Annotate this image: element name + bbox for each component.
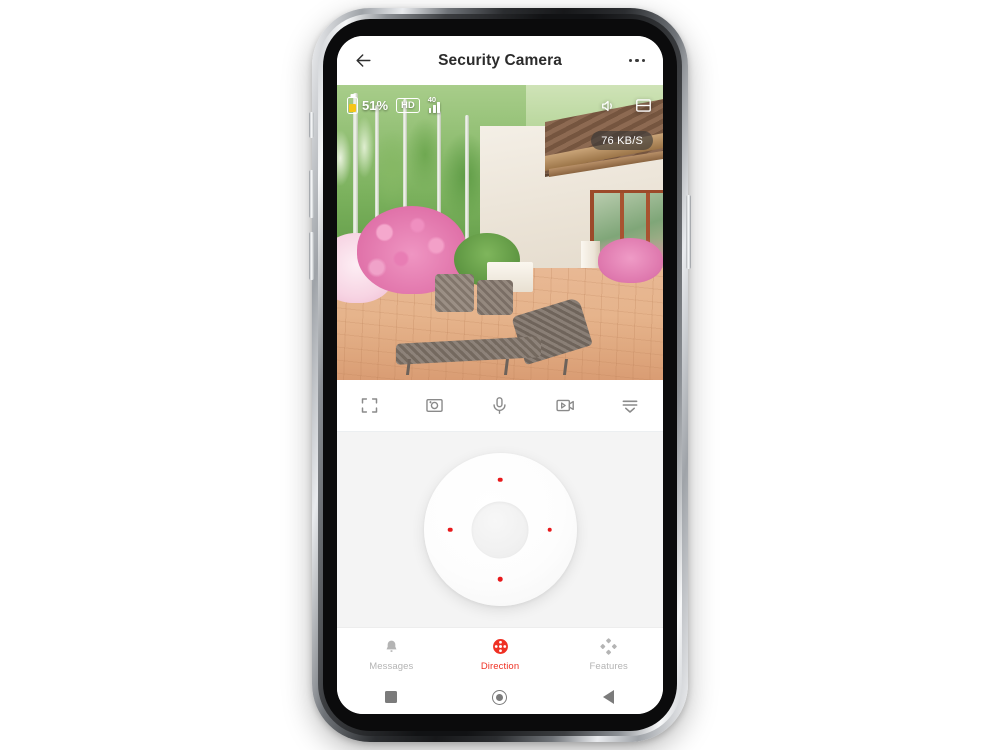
- screenshot-canvas: Security Camera 51% HD 40 76 KB/S Messag…: [0, 0, 1000, 750]
- direction-icon: [491, 637, 510, 657]
- tab-label-direction: Direction: [480, 660, 520, 672]
- more-dot: [628, 58, 633, 63]
- microphone-button[interactable]: [478, 384, 522, 428]
- quality-badge[interactable]: HD: [396, 98, 420, 113]
- direction-pad-center[interactable]: [471, 501, 529, 558]
- square-icon: [385, 691, 398, 703]
- fullscreen-icon: [361, 398, 378, 413]
- speaker-icon[interactable]: [598, 96, 617, 115]
- more-options-button[interactable]: [608, 384, 652, 428]
- android-navigation-bar: [337, 680, 663, 714]
- arrow-left-icon: [355, 54, 371, 67]
- video-status-group: 51% HD 40: [347, 95, 446, 115]
- microphone-icon: [493, 397, 507, 414]
- camera-live-view[interactable]: 51% HD 40 76 KB/S: [337, 85, 663, 380]
- volume-down-button[interactable]: [309, 232, 314, 280]
- battery-icon: [347, 97, 358, 114]
- scene-lounger-leg: [504, 358, 510, 375]
- scene-tree-trunk: [465, 115, 469, 241]
- camera-icon: [426, 399, 444, 412]
- tab-label-messages: Messages: [369, 660, 414, 672]
- more-menu-button[interactable]: [615, 39, 659, 83]
- volume-up-button[interactable]: [309, 170, 314, 218]
- direction-dot-left[interactable]: [447, 527, 453, 532]
- tab-direction[interactable]: Direction: [446, 628, 555, 680]
- signal-bars: [428, 102, 440, 113]
- signal-bar: [432, 105, 436, 113]
- bell-icon: [383, 637, 400, 657]
- video-record-icon: [556, 399, 574, 412]
- home-button[interactable]: [474, 682, 526, 712]
- direction-pad[interactable]: [423, 453, 577, 606]
- tab-label-features: Features: [589, 660, 628, 672]
- bottom-tab-bar: Messages Direction Features: [337, 627, 663, 680]
- back-button[interactable]: [341, 39, 385, 83]
- battery-percent-label: 51%: [362, 98, 389, 113]
- media-toolbar: [337, 380, 663, 432]
- tab-features[interactable]: Features: [554, 628, 663, 680]
- phone-frame: Security Camera 51% HD 40 76 KB/S Messag…: [312, 8, 688, 742]
- direction-dot-down[interactable]: [497, 576, 503, 582]
- scene-lounger: [395, 296, 594, 375]
- scene-bush-far: [597, 238, 663, 283]
- phone-screen: Security Camera 51% HD 40 76 KB/S Messag…: [337, 36, 663, 714]
- direction-dot-right[interactable]: [547, 527, 553, 532]
- more-options-icon: [622, 400, 638, 413]
- tab-messages[interactable]: Messages: [337, 628, 446, 680]
- home-circle-icon: [492, 689, 508, 705]
- recents-button[interactable]: [365, 682, 417, 712]
- camera-scene: [337, 85, 663, 380]
- battery-fill: [349, 104, 356, 112]
- diamonds-icon: [599, 637, 618, 657]
- fullscreen-button[interactable]: [348, 384, 392, 428]
- back-nav-button[interactable]: [583, 682, 635, 712]
- signal-bar: [428, 108, 432, 113]
- signal-bars-icon: 40: [428, 95, 446, 115]
- video-controls-group: [598, 96, 653, 115]
- direction-panel: [337, 432, 663, 627]
- more-dot: [641, 58, 646, 63]
- power-button[interactable]: [686, 195, 691, 269]
- silent-switch[interactable]: [309, 112, 314, 138]
- signal-bar: [437, 102, 440, 113]
- split-view-icon[interactable]: [634, 96, 653, 115]
- scene-lounger-leg: [406, 358, 412, 375]
- record-button[interactable]: [543, 384, 587, 428]
- scene-lounger-seat: [395, 336, 541, 366]
- scene-lounger-leg: [562, 358, 568, 375]
- screenshot-button[interactable]: [413, 384, 457, 428]
- bitrate-badge: 76 KB/S: [591, 131, 653, 150]
- more-dot: [635, 58, 639, 63]
- app-header: Security Camera: [337, 36, 663, 85]
- direction-dot-up[interactable]: [497, 477, 503, 483]
- triangle-back-icon: [603, 690, 615, 704]
